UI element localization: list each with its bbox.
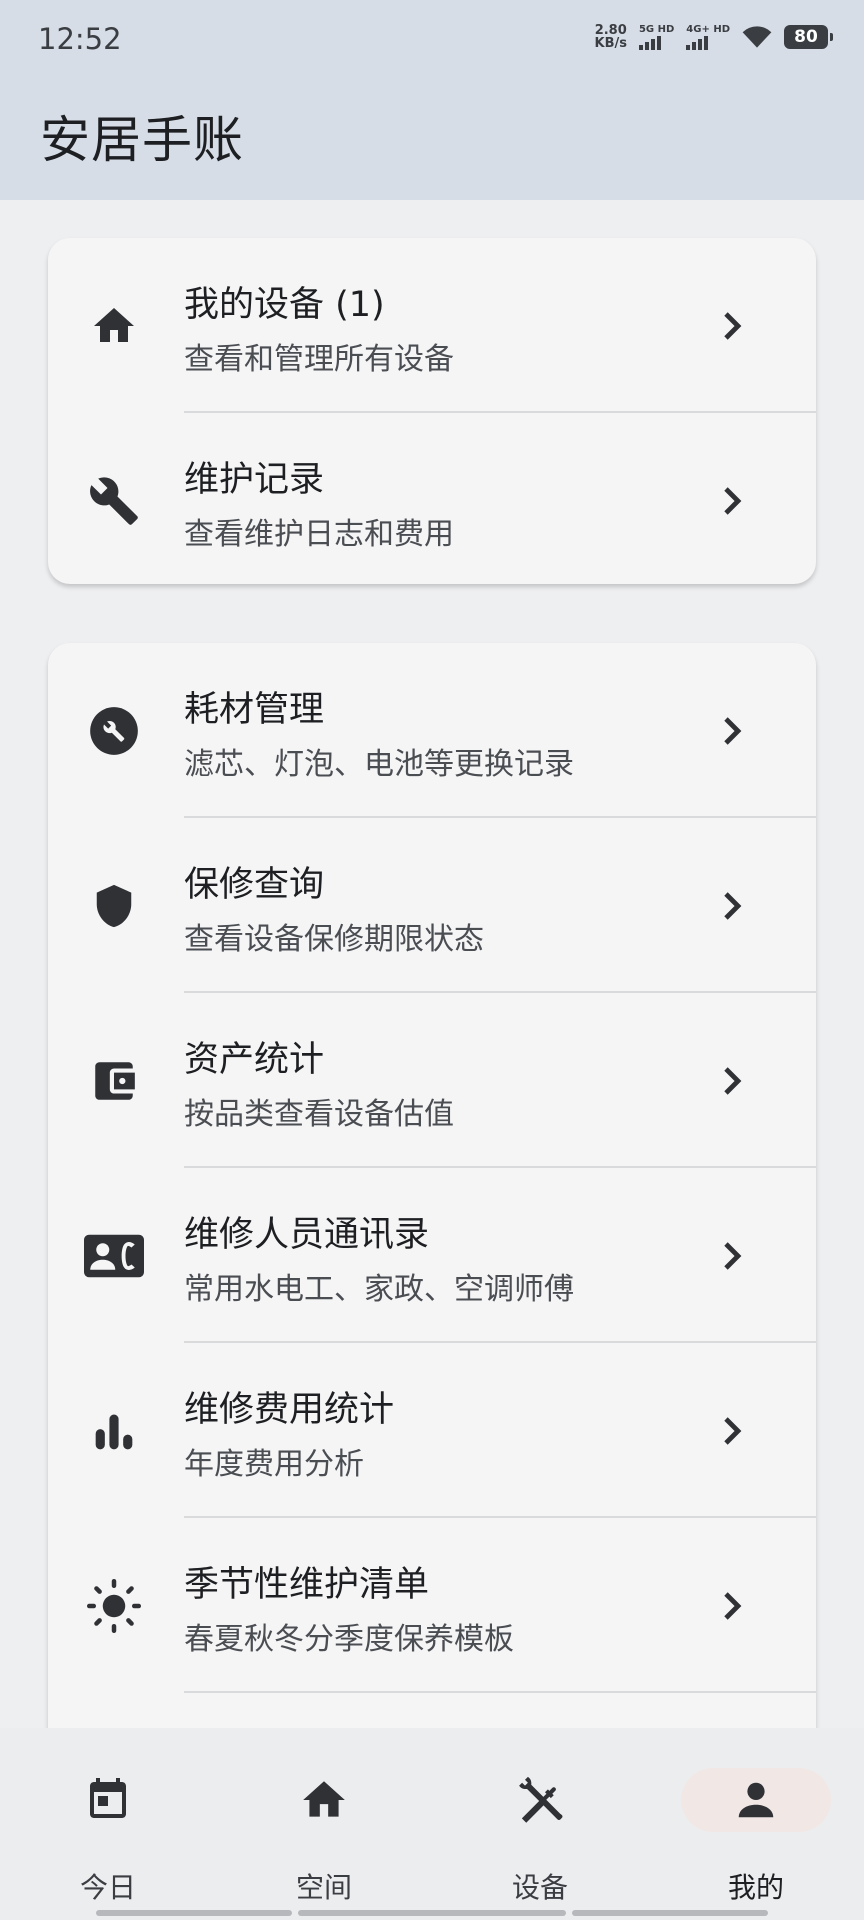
menu-item-warranty[interactable]: 保修查询 查看设备保修期限状态 (48, 818, 816, 993)
bar-chart-icon (84, 1401, 144, 1461)
contact-phone-icon (84, 1226, 144, 1286)
build-circle-icon (84, 701, 144, 761)
menu-item-subtitle: 春夏秋冬分季度保养模板 (184, 1622, 514, 1657)
shield-icon (84, 876, 144, 936)
chevron-right-icon (724, 1066, 742, 1095)
home-icon (292, 1768, 356, 1832)
menu-item-title: 保修查询 (184, 865, 325, 905)
menu-item-maintenance-records[interactable]: 维护记录 查看维护日志和费用 (48, 413, 816, 584)
menu-item-title: 季节性维护清单 (184, 1565, 430, 1605)
menu-item-subtitle: 查看维护日志和费用 (184, 517, 454, 552)
menu-item-asset-stats[interactable]: 资产统计 按品类查看设备估值 (48, 993, 816, 1168)
menu-item-seasonal-checklist[interactable]: 季节性维护清单 春夏秋冬分季度保养模板 (48, 1518, 816, 1693)
menu-item-subtitle: 查看和管理所有设备 (184, 342, 454, 377)
wifi-icon (742, 26, 772, 48)
menu-item-subtitle: 年度费用分析 (184, 1447, 364, 1482)
tools-icon (508, 1768, 572, 1832)
menu-item-title: 维护记录 (184, 460, 325, 500)
status-time: 12:52 (38, 22, 122, 56)
signal-4g-icon: 4G+ HD (686, 24, 730, 50)
menu-item-repair-contacts[interactable]: 维修人员通讯录 常用水电工、家政、空调师傅 (48, 1168, 816, 1343)
chevron-right-icon (724, 311, 742, 340)
scroll-indicator (298, 1910, 566, 1916)
menu-item-subtitle: 查看设备保修期限状态 (184, 922, 484, 957)
menu-item-consumables[interactable]: 耗材管理 滤芯、灯泡、电池等更换记录 (48, 643, 816, 818)
chevron-right-icon (724, 1241, 742, 1270)
chevron-right-icon (724, 891, 742, 920)
menu-item-title: 资产统计 (184, 1040, 325, 1080)
chevron-right-icon (724, 716, 742, 745)
calendar-icon (76, 1768, 140, 1832)
chevron-right-icon (724, 486, 742, 515)
bottom-navigation: 今日 空间 设备 我的 (0, 1728, 864, 1920)
nav-item-mine[interactable]: 我的 (648, 1728, 864, 1920)
nav-item-space[interactable]: 空间 (216, 1728, 432, 1920)
nav-item-devices[interactable]: 设备 (432, 1728, 648, 1920)
chevron-right-icon (724, 1416, 742, 1445)
wrench-icon (84, 471, 144, 531)
menu-item-title: 我的设备 (1) (184, 285, 385, 325)
card-devices: 我的设备 (1) 查看和管理所有设备 维护记录 查看维护日志和费用 (48, 238, 816, 584)
status-icons: 2.80 KB/s 5G HD 4G+ HD 80 (594, 23, 833, 51)
network-speed: 2.80 KB/s (594, 23, 627, 51)
menu-item-my-devices[interactable]: 我的设备 (1) 查看和管理所有设备 (48, 238, 816, 413)
nav-label: 我的 (727, 1871, 784, 1904)
menu-item-repair-cost-stats[interactable]: 维修费用统计 年度费用分析 (48, 1343, 816, 1518)
nav-item-today[interactable]: 今日 (0, 1728, 216, 1920)
person-icon (681, 1768, 831, 1832)
menu-item-title: 耗材管理 (184, 690, 325, 730)
menu-item-subtitle: 滤芯、灯泡、电池等更换记录 (184, 747, 574, 782)
home-icon (84, 296, 144, 356)
sun-icon (84, 1576, 144, 1636)
wallet-icon (84, 1051, 144, 1111)
scroll-indicator (572, 1910, 768, 1916)
signal-5g-icon: 5G HD (638, 24, 674, 50)
nav-label: 今日 (79, 1871, 136, 1904)
divider (184, 1691, 816, 1693)
chevron-right-icon (724, 1591, 742, 1620)
menu-item-subtitle: 常用水电工、家政、空调师傅 (184, 1272, 574, 1307)
app-title: 安居手账 (40, 111, 244, 169)
menu-item-subtitle: 按品类查看设备估值 (184, 1097, 454, 1132)
menu-item-title: 维修人员通讯录 (184, 1215, 430, 1255)
top-app-bar: 12:52 2.80 KB/s 5G HD 4G+ HD 80 安居手账 (0, 0, 864, 200)
nav-label: 设备 (511, 1871, 568, 1904)
menu-item-title: 维修费用统计 (184, 1390, 395, 1430)
scroll-indicator (96, 1910, 292, 1916)
nav-label: 空间 (295, 1871, 352, 1904)
card-tools: 耗材管理 滤芯、灯泡、电池等更换记录 保修查询 查看设备保修期限状态 资产统计 … (48, 643, 816, 1773)
battery-icon: 80 (784, 25, 833, 49)
